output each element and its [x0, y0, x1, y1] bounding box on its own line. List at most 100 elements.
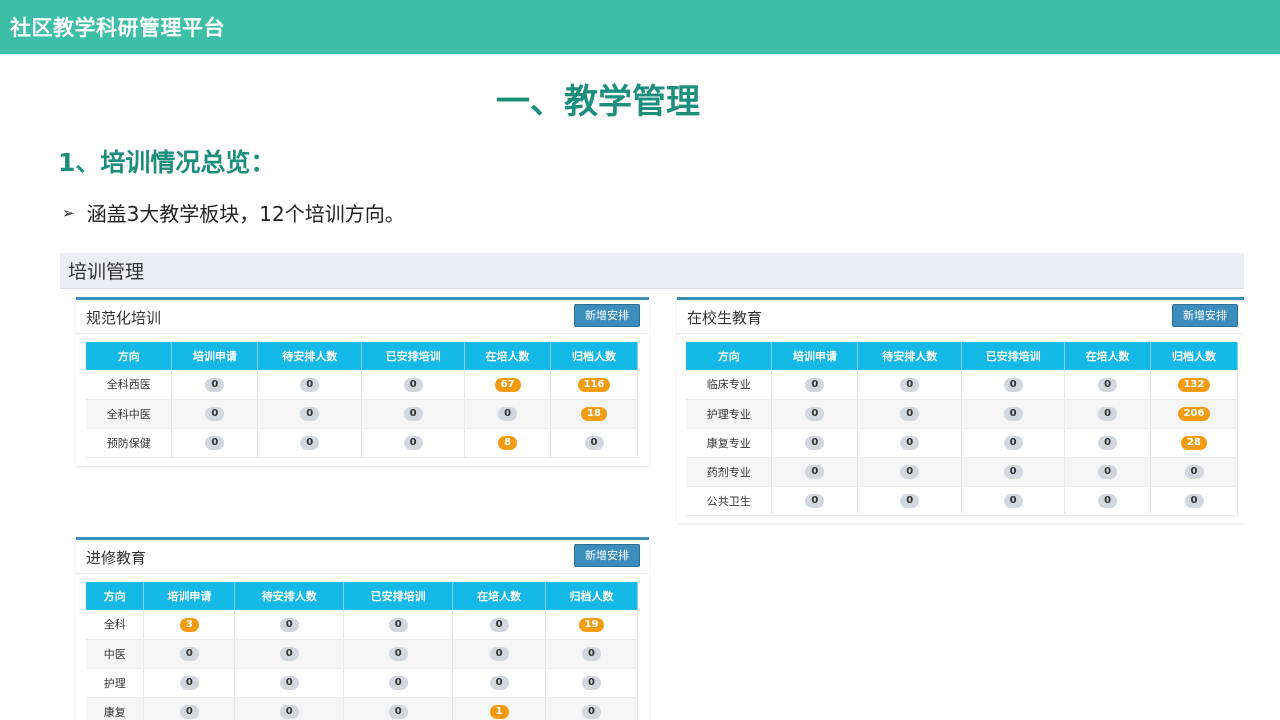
count-badge[interactable]: 0	[1098, 494, 1118, 508]
count-badge[interactable]: 18	[581, 407, 607, 421]
count-badge[interactable]: 0	[1098, 377, 1118, 392]
count-badge[interactable]: 0	[489, 617, 509, 632]
count-badge[interactable]: 0	[205, 436, 225, 450]
count-badge[interactable]: 0	[205, 377, 225, 392]
count-badge[interactable]: 0	[403, 377, 423, 392]
count-badge[interactable]: 0	[205, 407, 225, 421]
count-badge[interactable]: 0	[1098, 465, 1118, 479]
count-badge[interactable]: 0	[900, 407, 920, 421]
count-badge[interactable]: 0	[582, 705, 602, 719]
count-badge[interactable]: 67	[494, 377, 521, 392]
count-cell: 28	[1150, 428, 1238, 458]
count-badge[interactable]: 0	[1184, 494, 1204, 508]
count-badge[interactable]: 0	[403, 436, 423, 450]
section-title: 1、培训情况总览：	[58, 148, 276, 177]
add-arrangement-button[interactable]: 新增安排	[574, 544, 640, 567]
column-header: 在培人数	[452, 582, 547, 610]
column-header: 归档人数	[545, 582, 638, 610]
count-badge[interactable]: 0	[805, 465, 825, 479]
count-badge[interactable]: 19	[578, 617, 605, 632]
column-header: 培训申请	[143, 582, 236, 610]
count-badge[interactable]: 0	[582, 676, 602, 690]
count-cell: 0	[1064, 428, 1152, 458]
count-badge[interactable]: 0	[900, 436, 920, 450]
count-badge[interactable]: 0	[805, 377, 825, 392]
count-badge[interactable]: 0	[1003, 407, 1023, 421]
direction-cell: 康复	[86, 697, 145, 720]
count-badge[interactable]: 0	[900, 465, 920, 479]
direction-cell: 临床专业	[686, 370, 773, 400]
count-badge[interactable]: 0	[1003, 494, 1023, 508]
screenshot-header: 培训管理	[60, 253, 1244, 289]
column-header: 培训申请	[771, 342, 859, 370]
count-cell: 0	[1064, 399, 1152, 429]
count-badge[interactable]: 0	[388, 647, 408, 661]
count-cell: 0	[343, 639, 454, 669]
direction-cell: 公共卫生	[686, 486, 773, 516]
count-cell: 67	[464, 370, 552, 400]
column-header: 方向	[86, 582, 145, 610]
column-header: 归档人数	[1150, 342, 1238, 370]
table-row: 护理专业 0 0 0 0 206	[686, 399, 1238, 429]
count-badge[interactable]: 28	[1181, 436, 1207, 450]
count-badge[interactable]: 116	[577, 377, 611, 392]
count-badge[interactable]: 0	[1098, 436, 1118, 450]
add-arrangement-button[interactable]: 新增安排	[574, 304, 640, 327]
count-cell: 0	[257, 370, 363, 400]
count-badge[interactable]: 0	[388, 705, 408, 719]
count-badge[interactable]: 0	[805, 494, 825, 508]
count-cell: 0	[171, 428, 259, 458]
count-badge[interactable]: 0	[498, 407, 518, 421]
count-badge[interactable]: 0	[388, 617, 408, 632]
count-badge[interactable]: 0	[300, 377, 320, 392]
count-badge[interactable]: 0	[1003, 465, 1023, 479]
column-header: 已安排培训	[961, 342, 1066, 370]
count-badge[interactable]: 3	[179, 617, 199, 632]
count-badge[interactable]: 0	[805, 407, 825, 421]
count-cell: 0	[1150, 457, 1238, 487]
count-cell: 0	[857, 457, 963, 487]
count-badge[interactable]: 0	[489, 647, 509, 661]
count-badge[interactable]: 0	[279, 676, 299, 690]
count-badge[interactable]: 0	[300, 436, 320, 450]
count-badge[interactable]: 0	[1003, 377, 1023, 392]
count-badge[interactable]: 0	[179, 647, 199, 661]
count-badge[interactable]: 0	[805, 436, 825, 450]
count-cell: 0	[143, 668, 236, 698]
table-row: 护理 0 0 0 0 0	[86, 668, 638, 698]
count-badge[interactable]: 0	[388, 676, 408, 690]
count-cell: 0	[961, 428, 1066, 458]
count-cell: 0	[1064, 457, 1152, 487]
count-badge[interactable]: 0	[1098, 407, 1118, 421]
count-badge[interactable]: 0	[900, 494, 920, 508]
count-cell: 0	[361, 370, 466, 400]
count-badge[interactable]: 0	[279, 705, 299, 719]
count-badge[interactable]: 8	[498, 436, 518, 450]
count-badge[interactable]: 0	[279, 617, 299, 632]
count-badge[interactable]: 0	[1003, 436, 1023, 450]
count-badge[interactable]: 1	[489, 705, 509, 719]
count-cell: 0	[961, 486, 1066, 516]
count-badge[interactable]: 0	[300, 407, 320, 421]
count-badge[interactable]: 0	[179, 705, 199, 719]
count-cell: 0	[857, 399, 963, 429]
training-table: 方向 培训申请 待安排人数 已安排培训 在培人数 归档人数 临床专业 0 0 0 0 132 护理专业 0…	[686, 342, 1238, 516]
count-badge[interactable]: 0	[582, 647, 602, 661]
training-table: 方向 培训申请 待安排人数 已安排培训 在培人数 归档人数 全科西医 0 0 0 67 116 全科中医…	[86, 342, 638, 458]
count-cell: 206	[1150, 399, 1238, 429]
count-badge[interactable]: 0	[179, 676, 199, 690]
count-cell: 0	[545, 639, 638, 669]
count-badge[interactable]: 206	[1177, 407, 1211, 421]
count-badge[interactable]: 0	[584, 436, 604, 450]
count-cell: 0	[234, 639, 345, 669]
count-badge[interactable]: 0	[403, 407, 423, 421]
count-badge[interactable]: 0	[279, 647, 299, 661]
count-badge[interactable]: 0	[1184, 465, 1204, 479]
count-badge[interactable]: 132	[1177, 377, 1211, 392]
bullet-text: 涵盖3大教学板块，12个培训方向。	[86, 202, 405, 226]
add-arrangement-button[interactable]: 新增安排	[1172, 304, 1238, 327]
count-badge[interactable]: 0	[489, 676, 509, 690]
panel-title: 规范化培训	[86, 309, 162, 327]
column-header: 培训申请	[171, 342, 259, 370]
count-badge[interactable]: 0	[900, 377, 920, 392]
